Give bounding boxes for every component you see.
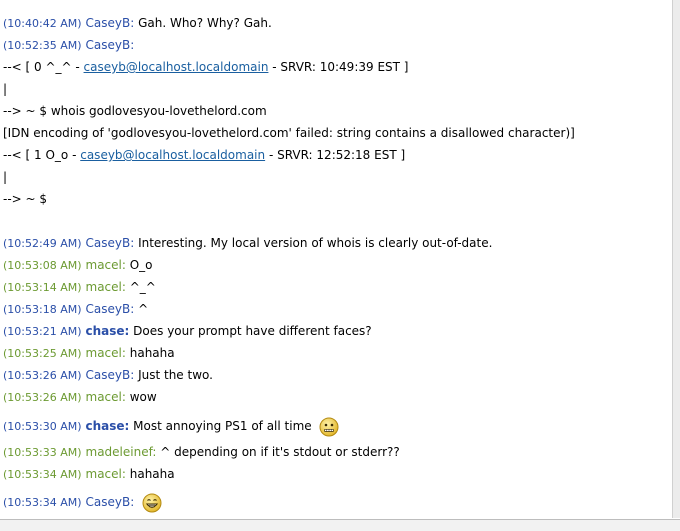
nick[interactable]: CaseyB: <box>86 16 135 30</box>
message-text: Most annoying PS1 of all time <box>133 419 312 433</box>
chat-message: (10:52:35 AM) CaseyB: <box>3 37 134 54</box>
vertical-scrollbar[interactable] <box>673 0 680 518</box>
message-text: Interesting. My local version of whois i… <box>138 236 493 250</box>
chat-message: (10:53:33 AM) madeleinef: ^ depending on … <box>3 444 400 461</box>
message-continuation: --> ~ $ <box>3 191 47 207</box>
message-text: ^ depending on if it's stdout or stderr?… <box>160 445 400 459</box>
message-text: hahaha <box>129 467 175 481</box>
message-continuation: --< [ 0 ^_^ - caseyb@localhost.localdoma… <box>3 59 408 75</box>
nick[interactable]: macel: <box>86 467 126 481</box>
message-text: wow <box>129 390 157 404</box>
message-continuation: | <box>3 81 7 97</box>
timestamp: (10:40:42 AM) <box>3 17 82 30</box>
timestamp: (10:53:30 AM) <box>3 420 82 433</box>
message-continuation: | <box>3 169 7 185</box>
chat-message: (10:52:49 AM) CaseyB: Interesting. My loc… <box>3 235 492 252</box>
input-area-edge[interactable] <box>0 519 680 531</box>
prompt-suffix: - SRVR: 10:49:39 EST ] <box>268 60 409 74</box>
message-continuation: --> ~ $ whois godlovesyou-lovethelord.co… <box>3 103 267 119</box>
nick[interactable]: macel: <box>86 346 126 360</box>
nick[interactable]: macel: <box>86 390 126 404</box>
timestamp: (10:52:35 AM) <box>3 39 82 52</box>
chat-message: (10:53:14 AM) macel: ^_^ <box>3 279 156 296</box>
nick[interactable]: CaseyB: <box>86 302 135 316</box>
chat-message: (10:53:26 AM) CaseyB: Just the two. <box>3 367 213 384</box>
message-text: Gah. Who? Why? Gah. <box>138 16 272 30</box>
nick[interactable]: chase: <box>86 324 130 338</box>
chat-message: (10:53:30 AM) chase: Most annoying PS1 of… <box>3 414 339 439</box>
email-link[interactable]: caseyb@localhost.localdomain <box>80 148 265 162</box>
chat-message: (10:53:34 AM) macel: hahaha <box>3 466 175 483</box>
email-link[interactable]: caseyb@localhost.localdomain <box>84 60 269 74</box>
timestamp: (10:52:49 AM) <box>3 237 82 250</box>
timestamp: (10:53:25 AM) <box>3 347 82 360</box>
timestamp: (10:53:08 AM) <box>3 259 82 272</box>
chat-message: (10:53:21 AM) chase: Does your prompt hav… <box>3 323 372 340</box>
nick[interactable]: CaseyB: <box>86 495 135 509</box>
nick[interactable]: chase: <box>86 419 130 433</box>
message-text: ^ <box>138 302 149 316</box>
prompt-prefix: --< [ 1 O_o - <box>3 148 81 162</box>
timestamp: (10:53:21 AM) <box>3 325 82 338</box>
message-text: O_o <box>129 258 153 272</box>
chat-message: (10:53:08 AM) macel: O_o <box>3 257 153 274</box>
timestamp: (10:53:34 AM) <box>3 496 82 509</box>
message-text: hahaha <box>129 346 175 360</box>
message-text: --> ~ $ <box>3 192 48 206</box>
nick[interactable]: macel: <box>86 258 126 272</box>
neutral-face-icon <box>319 417 339 436</box>
timestamp: (10:53:26 AM) <box>3 369 82 382</box>
chat-message: (10:40:42 AM) CaseyB: Gah. Who? Why? Gah. <box>3 15 272 32</box>
chat-message: (10:53:26 AM) macel: wow <box>3 389 157 406</box>
nick[interactable]: macel: <box>86 280 126 294</box>
message-text: [IDN encoding of 'godlovesyou-lovethelor… <box>3 126 575 140</box>
message-text: ^_^ <box>129 280 156 294</box>
message-continuation: [IDN encoding of 'godlovesyou-lovethelor… <box>3 125 575 141</box>
timestamp: (10:53:14 AM) <box>3 281 82 294</box>
nick[interactable]: CaseyB: <box>86 236 135 250</box>
timestamp: (10:53:18 AM) <box>3 303 82 316</box>
nick[interactable]: madeleinef: <box>86 445 157 459</box>
message-text: Just the two. <box>138 368 213 382</box>
timestamp: (10:53:26 AM) <box>3 391 82 404</box>
chat-log: (10:40:42 AM) CaseyB: Gah. Who? Why? Gah.… <box>0 0 673 518</box>
prompt-suffix: - SRVR: 12:52:18 EST ] <box>265 148 406 162</box>
chat-message: (10:53:25 AM) macel: hahaha <box>3 345 175 362</box>
message-text: --> ~ $ whois godlovesyou-lovethelord.co… <box>3 104 267 118</box>
prompt-prefix: --< [ 0 ^_^ - <box>3 60 84 74</box>
message-text: | <box>3 82 8 96</box>
message-text: | <box>3 170 8 184</box>
message-continuation: --< [ 1 O_o - caseyb@localhost.localdoma… <box>3 147 405 163</box>
nick[interactable]: CaseyB: <box>86 38 135 52</box>
timestamp: (10:53:33 AM) <box>3 446 82 459</box>
grin-face-icon <box>142 493 162 512</box>
timestamp: (10:53:34 AM) <box>3 468 82 481</box>
chat-message: (10:53:18 AM) CaseyB: ^ <box>3 301 148 318</box>
nick[interactable]: CaseyB: <box>86 368 135 382</box>
message-text: Does your prompt have different faces? <box>133 324 372 338</box>
chat-message: (10:53:34 AM) CaseyB: <box>3 490 162 515</box>
